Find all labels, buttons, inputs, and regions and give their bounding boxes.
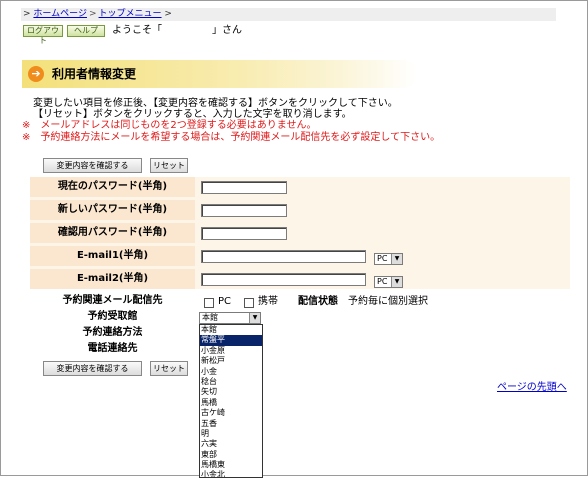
warning-line: ※ 予約連絡方法にメールを希望する場合は、予約関連メール配信先を必ず設定して下さ… xyxy=(22,132,441,143)
delivery-status-value: 予約毎に個別選択 xyxy=(348,296,428,307)
library-option[interactable]: 東部 xyxy=(200,450,262,460)
delivery-status-label: 配信状態 xyxy=(298,296,338,307)
pc-checkbox[interactable] xyxy=(204,298,214,308)
welcome-text: ようこそ「 」さん xyxy=(112,25,242,36)
help-button[interactable]: ヘルプ xyxy=(67,25,105,37)
email2-type-value: PC xyxy=(377,277,388,286)
mobile-checkbox[interactable] xyxy=(244,298,254,308)
reset-button[interactable]: リセット xyxy=(150,158,188,173)
library-option[interactable]: 小金北 xyxy=(200,470,262,477)
section-header: ➔ 利用者情報変更 xyxy=(22,60,417,88)
instruction-line: 【リセット】ボタンをクリックすると、入力した文字を取り消します。 xyxy=(33,109,352,120)
email2-input[interactable] xyxy=(201,273,366,286)
library-option[interactable]: 六実 xyxy=(200,439,262,449)
library-option[interactable]: 小金原 xyxy=(200,346,262,356)
confirm-password-label: 確認用パスワード(半角) xyxy=(57,227,168,238)
library-option[interactable]: 古ケ崎 xyxy=(200,408,262,418)
library-option[interactable]: 明 xyxy=(200,429,262,439)
instruction-line: 変更したい項目を修正後、【変更内容を確認する】ボタンをクリックして下さい。 xyxy=(33,98,398,109)
chevron-down-icon: ▼ xyxy=(391,254,402,264)
email1-input[interactable] xyxy=(201,250,366,263)
warning-line: ※ メールアドレスは同じものを2つ登録する必要はありません。 xyxy=(22,120,317,131)
pickup-library-value: 本館 xyxy=(202,313,218,322)
pc-checkbox-label: PC xyxy=(218,296,232,307)
new-password-input[interactable] xyxy=(201,204,287,217)
breadcrumb: > ホームページ > トップメニュー > xyxy=(21,8,556,21)
library-option[interactable]: 馬橋東 xyxy=(200,460,262,470)
email2-type-select[interactable]: PC ▼ xyxy=(374,276,403,288)
email1-type-select[interactable]: PC ▼ xyxy=(374,253,403,265)
back-to-top-link[interactable]: ページの先頭へ xyxy=(497,378,567,393)
phone-contact-label: 電話連絡先 xyxy=(87,343,138,354)
library-option[interactable]: 矢切 xyxy=(200,387,262,397)
library-option[interactable]: 本館 xyxy=(200,325,262,335)
breadcrumb-separator: > xyxy=(23,9,31,19)
contact-method-label: 予約連絡方法 xyxy=(82,327,143,338)
library-option[interactable]: 新松戸 xyxy=(200,356,262,366)
library-option[interactable]: 馬橋 xyxy=(200,398,262,408)
new-password-label: 新しいパスワード(半角) xyxy=(57,204,168,215)
library-option[interactable]: 小金 xyxy=(200,367,262,377)
email1-type-value: PC xyxy=(377,254,388,263)
library-dropdown-list[interactable]: 本館常盤平小金原新松戸小金稔台矢切馬橋古ケ崎五香明六実東部馬橋東小金北二十世紀が… xyxy=(199,324,263,478)
mail-destination-label: 予約関連メール配信先 xyxy=(62,295,163,306)
mobile-checkbox-label: 携帯 xyxy=(258,296,278,307)
reset-button-bottom[interactable]: リセット xyxy=(150,361,188,376)
email2-label: E-mail2(半角) xyxy=(76,273,149,284)
library-option[interactable]: 常盤平 xyxy=(200,335,262,346)
breadcrumb-separator: > xyxy=(88,9,97,19)
confirm-password-input[interactable] xyxy=(201,227,287,240)
confirm-changes-button-bottom[interactable]: 変更内容を確認する xyxy=(43,361,142,376)
chevron-down-icon: ▼ xyxy=(249,313,260,323)
orange-arrow-icon: ➔ xyxy=(28,66,44,82)
pickup-library-label: 予約受取館 xyxy=(87,311,138,322)
breadcrumb-home-link[interactable]: ホームページ xyxy=(33,9,87,19)
logout-button[interactable]: ログアウト xyxy=(23,25,63,45)
email1-label: E-mail1(半角) xyxy=(76,250,149,261)
page-title: 利用者情報変更 xyxy=(52,67,137,81)
breadcrumb-menu-link[interactable]: トップメニュー xyxy=(99,9,162,19)
chevron-down-icon: ▼ xyxy=(391,277,402,287)
library-option[interactable]: 稔台 xyxy=(200,377,262,387)
library-option[interactable]: 五香 xyxy=(200,419,262,429)
breadcrumb-separator: > xyxy=(164,9,172,19)
confirm-changes-button[interactable]: 変更内容を確認する xyxy=(43,158,142,173)
pickup-library-select[interactable]: 本館 ▼ xyxy=(199,312,261,324)
current-password-input[interactable] xyxy=(201,181,287,194)
current-password-label: 現在のパスワード(半角) xyxy=(57,181,168,192)
